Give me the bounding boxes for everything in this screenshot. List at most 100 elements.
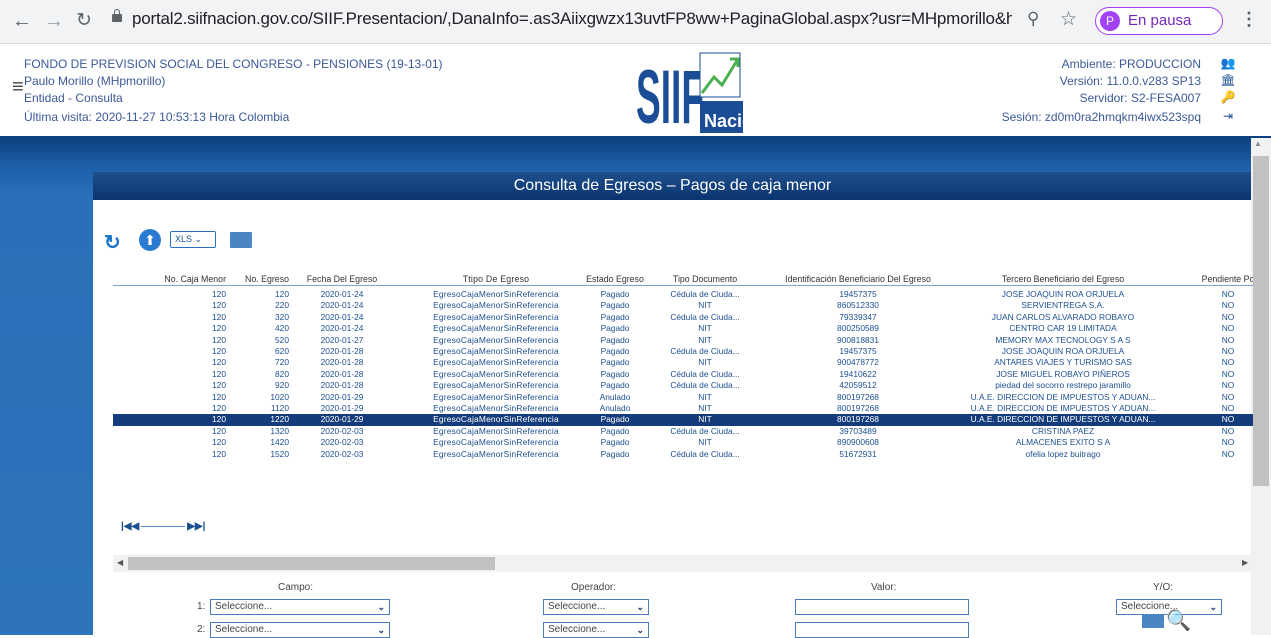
table-cell: 420 [275, 323, 289, 334]
refresh-icon[interactable]: ↻ [104, 230, 121, 255]
table-cell: NO [1221, 300, 1235, 311]
table-cell: EgresoCajaMenorSinReferencia [433, 448, 559, 459]
table-cell: JUAN CARLOS ALVARADO ROBAYO [991, 311, 1135, 322]
results-table: No. Caja Menor No. Egreso Fecha Del Egre… [113, 272, 1253, 512]
table-cell: 1320 [270, 425, 289, 436]
bookmark-star-icon[interactable]: ☆ [1060, 8, 1077, 31]
table-cell: NIT [698, 414, 712, 425]
prev-page-icon[interactable]: ◀ [132, 521, 140, 532]
table-cell: EgresoCajaMenorSinReferencia [433, 380, 559, 391]
scroll-right-arrow-icon[interactable]: ▶ [1242, 558, 1248, 567]
table-row[interactable]: 120 1320 2020-02-03 EgresoCajaMenorSinRefer… [113, 426, 1253, 437]
table-cell: 120 [212, 391, 226, 402]
table-cell: NO [1221, 437, 1235, 448]
scroll-left-arrow-icon[interactable]: ◀ [117, 558, 123, 567]
table-row[interactable]: 120 120 2020-01-24 EgresoCajaMenorSinRefere… [113, 289, 1253, 300]
table-row[interactable]: 120 620 2020-01-28 EgresoCajaMenorSinRefere… [113, 346, 1253, 357]
column-header[interactable]: No. Caja Menor [113, 272, 226, 286]
valor-input-2[interactable] [795, 622, 969, 638]
table-cell: 2020-01-29 [320, 414, 364, 425]
next-page-icon[interactable]: ▶ [187, 521, 195, 532]
table-cell: 120 [212, 425, 226, 436]
table-row[interactable]: 120 1420 2020-02-03 EgresoCajaMenorSinRefer… [113, 437, 1253, 448]
table-cell: 920 [275, 380, 289, 391]
back-icon[interactable]: ← [11, 10, 33, 32]
column-header[interactable]: Estado Egreso [570, 272, 660, 286]
computer-icon[interactable] [1142, 614, 1164, 628]
table-cell: Cédula de Ciuda... [670, 368, 740, 379]
vertical-scroll-thumb[interactable] [1253, 156, 1269, 486]
zoom-icon[interactable]: ⚲ [1027, 9, 1039, 29]
column-header[interactable]: Tercero Beneficiario del Egreso [953, 272, 1173, 286]
hamburger-menu-icon[interactable]: ≡ [12, 76, 24, 99]
column-header[interactable]: Identificación Beneficiario Del Egreso [763, 272, 953, 286]
table-cell: Anulado [599, 403, 631, 413]
table-row[interactable]: 120 520 2020-01-27 EgresoCajaMenorSinRefere… [113, 335, 1253, 346]
profile-status: En pausa [1128, 12, 1192, 29]
operador-select-2[interactable]: Seleccione... ⌄ [543, 622, 649, 638]
column-header[interactable]: Tipo Documento [650, 272, 760, 286]
campo-select-2[interactable]: Seleccione... ⌄ [210, 622, 390, 638]
table-cell: EgresoCajaMenorSinReferencia [433, 414, 559, 425]
table-cell: U.A.E. DIRECCION DE IMPUESTOS Y ADUAN... [970, 391, 1156, 402]
table-cell: NO [1221, 289, 1235, 299]
export-format-select[interactable]: XLS ⌄ [170, 231, 216, 248]
column-header[interactable]: Ttipo De Egreso [396, 272, 596, 286]
reload-icon[interactable]: ↻ [73, 10, 95, 32]
table-cell: EgresoCajaMenorSinReferencia [433, 289, 559, 299]
table-row[interactable]: 120 420 2020-01-24 EgresoCajaMenorSinRefere… [113, 323, 1253, 334]
address-bar[interactable]: portal2.siifnacion.gov.co/SIIF.Presentac… [132, 9, 1012, 29]
lock-icon[interactable] [112, 9, 122, 22]
table-cell: 1020 [270, 391, 289, 402]
logo-text: SIIF [636, 55, 704, 134]
key-icon[interactable]: 🔑 [1220, 90, 1236, 104]
table-row[interactable]: 120 920 2020-01-28 EgresoCajaMenorSinRefere… [113, 380, 1253, 391]
horizontal-scroll-thumb[interactable] [128, 557, 495, 570]
campo-select-1[interactable]: Seleccione... ⌄ [210, 599, 390, 615]
table-row[interactable]: 120 1020 2020-01-29 EgresoCajaMenorSinRefer… [113, 392, 1253, 403]
logout-icon[interactable]: ⇥ [1220, 109, 1236, 123]
column-header[interactable]: Pendiente Po [1178, 272, 1253, 286]
last-page-icon[interactable]: ▶| [195, 521, 206, 532]
table-cell: 19457375 [839, 346, 877, 356]
table-cell: NO [1221, 346, 1235, 356]
forward-icon[interactable]: → [43, 10, 65, 32]
page-slider[interactable] [141, 525, 186, 527]
table-row[interactable]: 120 1520 2020-02-03 EgresoCajaMenorSinRefer… [113, 449, 1253, 460]
table-cell: 2020-01-28 [320, 346, 364, 356]
table-cell: 2020-01-28 [320, 368, 364, 379]
pagination[interactable]: |◀◀ ▶▶| [121, 521, 205, 532]
table-row[interactable]: 120 220 2020-01-24 EgresoCajaMenorSinRefere… [113, 300, 1253, 311]
table-cell: JOSE JOAQUIN ROA ORJUELA [1001, 346, 1125, 356]
environment: Ambiente: PRODUCCION [1061, 57, 1201, 71]
table-cell: 2020-01-28 [320, 380, 364, 391]
table-row[interactable]: 120 720 2020-01-28 EgresoCajaMenorSinRefere… [113, 357, 1253, 368]
table-cell: Cédula de Ciuda... [670, 346, 740, 356]
table-cell: 39703489 [839, 425, 877, 436]
table-cell: 520 [275, 334, 289, 345]
table-row[interactable]: 120 320 2020-01-24 EgresoCajaMenorSinRefere… [113, 312, 1253, 323]
page-title: Consulta de Egresos – Pagos de caja meno… [93, 172, 1252, 200]
table-cell: NIT [698, 437, 712, 448]
institution-icon[interactable]: 🏛 [1220, 73, 1236, 87]
table-row[interactable]: 120 1120 2020-01-29 EgresoCajaMenorSinRefer… [113, 403, 1253, 414]
column-header[interactable]: No. Egreso [231, 272, 289, 286]
first-page-icon[interactable]: |◀ [121, 521, 132, 532]
table-cell: 2020-01-29 [320, 403, 364, 413]
table-cell: 2020-01-24 [320, 311, 364, 322]
table-row[interactable]: 120 820 2020-01-28 EgresoCajaMenorSinRefere… [113, 369, 1253, 380]
menu-kebab-icon[interactable]: ⋮ [1240, 9, 1258, 30]
table-cell: NO [1221, 311, 1235, 322]
upload-arrow-icon[interactable]: ⬆ [139, 229, 161, 251]
profile-button[interactable]: P En pausa [1095, 7, 1223, 35]
table-cell: NIT [698, 300, 712, 311]
column-header[interactable]: Fecha Del Egreso [293, 272, 391, 286]
export-icon[interactable] [230, 232, 252, 248]
table-cell: NO [1221, 357, 1235, 368]
users-icon[interactable]: 👥 [1220, 56, 1236, 70]
scroll-up-arrow-icon[interactable]: ▲ [1254, 139, 1262, 148]
search-icon[interactable]: 🔍 [1166, 608, 1191, 633]
valor-input-1[interactable] [795, 599, 969, 615]
operador-select-1[interactable]: Seleccione... ⌄ [543, 599, 649, 615]
table-row[interactable]: 120 1220 2020-01-29 EgresoCajaMenorSinRefer… [113, 414, 1253, 426]
